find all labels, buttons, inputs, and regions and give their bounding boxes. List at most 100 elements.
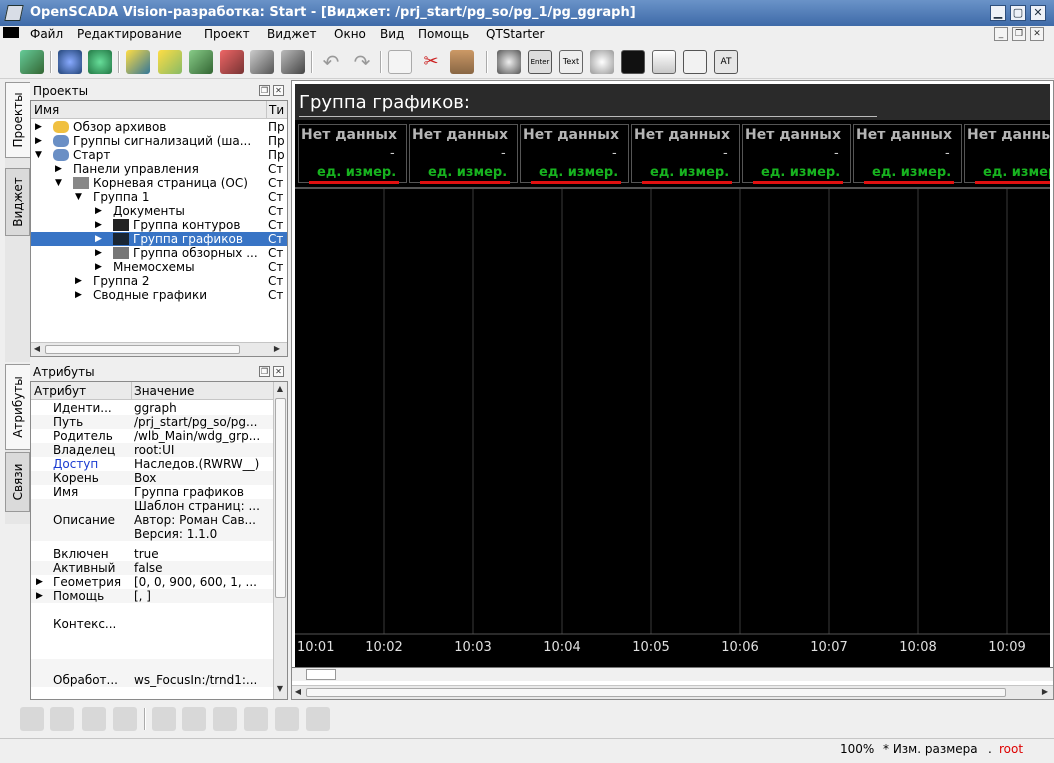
value-cell[interactable]: Нет данных-ед. измер.	[409, 124, 518, 184]
dock-close-button[interactable]: ✕	[273, 366, 284, 377]
paste-icon[interactable]	[450, 50, 474, 74]
redo-icon[interactable]: ↷	[350, 50, 374, 74]
collapsed-arrow-icon[interactable]: ▶	[95, 260, 105, 274]
status-user[interactable]: root	[999, 742, 1023, 756]
tab-links[interactable]: Связи	[5, 452, 30, 512]
mdi-window-icon[interactable]	[3, 27, 19, 38]
collapsed-arrow-icon[interactable]: ▶	[95, 218, 105, 232]
tree-item[interactable]: ▶ Панели управления Ст	[31, 162, 287, 176]
minimize-button[interactable]: ▁	[990, 5, 1006, 21]
column-value[interactable]: Значение	[131, 382, 194, 400]
menu-qtstarter[interactable]: QTStarter	[486, 27, 544, 41]
dock-float-button[interactable]: ❐	[259, 85, 270, 96]
align-bottom-icon[interactable]	[306, 707, 330, 731]
menu-help[interactable]: Помощь	[418, 27, 469, 41]
value-cell[interactable]: Нет данных-ед. измер.	[964, 124, 1050, 184]
form-element-icon[interactable]: Enter	[528, 50, 552, 74]
tree-item[interactable]: ▶ Мнемосхемы Ст	[31, 260, 287, 274]
value-cell[interactable]: Нет данных-ед. измер.	[520, 124, 629, 184]
tree-item[interactable]: ▶ Группы сигнализаций (ша... Пр	[31, 134, 287, 148]
expanded-arrow-icon[interactable]: ▼	[75, 190, 85, 204]
menu-file[interactable]: Файл	[30, 27, 63, 41]
value-cell[interactable]: Нет данных-ед. измер.	[853, 124, 962, 184]
menu-edit[interactable]: Редактирование	[77, 27, 182, 41]
scroll-thumb[interactable]	[306, 669, 336, 680]
attribute-value[interactable]: true	[134, 547, 159, 561]
align-top-icon[interactable]	[244, 707, 268, 731]
collapsed-arrow-icon[interactable]: ▶	[36, 589, 46, 603]
value-icon[interactable]: AT	[714, 50, 738, 74]
column-name[interactable]: Имя	[34, 103, 59, 117]
scroll-right-icon[interactable]: ▶	[271, 344, 283, 353]
tree-item[interactable]: ▶ Сводные графики Ст	[31, 288, 287, 302]
collapsed-arrow-icon[interactable]: ▶	[75, 288, 85, 302]
collapsed-arrow-icon[interactable]: ▶	[95, 232, 105, 246]
protocol-icon[interactable]	[652, 50, 676, 74]
text-icon[interactable]: Text	[559, 50, 583, 74]
scroll-left-icon[interactable]: ◀	[292, 687, 304, 696]
attribute-row[interactable]: Корень Box	[31, 471, 273, 485]
tree-item[interactable]: ▶ Документы Ст	[31, 204, 287, 218]
tree-item[interactable]: ▶ Группа 2 Ст	[31, 274, 287, 288]
scroll-down-icon[interactable]: ▼	[274, 684, 286, 693]
attribute-value[interactable]: /prj_start/pg_so/pg...	[134, 415, 257, 429]
expanded-arrow-icon[interactable]: ▼	[35, 148, 45, 162]
graph-group-widget[interactable]: Группа графиков: Нет данных - ед. измер. Не…	[295, 84, 1050, 667]
attribute-value[interactable]: root:UI	[134, 443, 174, 457]
trend-chart[interactable]: 10:01 10:02 10:03 10:04 10:05 10:06 10:07 10:08…	[295, 187, 1050, 667]
level-down-icon[interactable]	[113, 707, 137, 731]
attribute-row[interactable]: Доступ Наследов.(RWRW__)	[31, 457, 273, 471]
mdi-close-button[interactable]: ✕	[1030, 27, 1044, 41]
value-cell[interactable]: Нет данных-ед. измер.	[631, 124, 740, 184]
value-cell[interactable]: Нет данных-ед. измер.	[742, 124, 851, 184]
collapsed-arrow-icon[interactable]: ▶	[35, 120, 45, 134]
workspace-hscrollbar-outer[interactable]: ◀ ▶	[292, 685, 1053, 699]
document-icon[interactable]	[683, 50, 707, 74]
attribute-row[interactable]: Имя Группа графиков	[31, 485, 273, 499]
menu-window[interactable]: Окно	[334, 27, 366, 41]
close-button[interactable]: ✕	[1030, 5, 1046, 21]
collapsed-arrow-icon[interactable]: ▶	[35, 134, 45, 148]
attribute-value[interactable]: Группа графиков	[134, 485, 244, 499]
attribute-value[interactable]: false	[134, 561, 163, 575]
elem-figure-icon[interactable]	[497, 50, 521, 74]
menu-widget[interactable]: Виджет	[267, 27, 317, 41]
tree-item[interactable]: ▶ Обзор архивов Пр	[31, 120, 287, 134]
tab-widget[interactable]: Виджет	[5, 168, 30, 236]
scroll-thumb[interactable]	[45, 345, 240, 354]
attribute-row[interactable]: Иденти... ggraph	[31, 401, 273, 415]
properties-icon[interactable]	[250, 50, 274, 74]
value-cell[interactable]: Нет данных-ед. измер.	[298, 124, 407, 184]
attributes-vscrollbar[interactable]: ▲ ▼	[273, 382, 287, 699]
db-load-icon[interactable]	[58, 50, 82, 74]
level-raise-icon[interactable]	[20, 707, 44, 731]
mdi-restore-button[interactable]: ❐	[1012, 27, 1026, 41]
scroll-thumb[interactable]	[275, 398, 286, 598]
tree-item[interactable]: ▶ Группа обзорных ... Ст	[31, 246, 287, 260]
db-save-icon[interactable]	[88, 50, 112, 74]
align-left-icon[interactable]	[152, 707, 176, 731]
attribute-row[interactable]: Контекс...	[31, 603, 273, 645]
align-hcenter-icon[interactable]	[275, 707, 299, 731]
tree-hscrollbar[interactable]: ◀ ▶	[31, 342, 287, 356]
attribute-row[interactable]: Включен true	[31, 547, 273, 561]
attribute-value[interactable]: /wlb_Main/wdg_grp...	[134, 429, 260, 443]
attribute-value[interactable]: [, ]	[134, 589, 151, 603]
column-attribute[interactable]: Атрибут	[34, 384, 86, 398]
dock-float-button[interactable]: ❐	[259, 366, 270, 377]
edit-icon[interactable]	[281, 50, 305, 74]
attribute-value[interactable]: ggraph	[134, 401, 177, 415]
level-up-icon[interactable]	[82, 707, 106, 731]
workspace-hscrollbar[interactable]	[292, 667, 1053, 681]
attribute-value[interactable]: [0, 0, 900, 600, 1, ...	[134, 575, 257, 589]
new-project-icon[interactable]	[126, 50, 150, 74]
attribute-row[interactable]: Активный false	[31, 561, 273, 575]
delete-item-icon[interactable]	[220, 50, 244, 74]
menu-project[interactable]: Проект	[204, 27, 250, 41]
mdi-minimize-button[interactable]: _	[994, 27, 1008, 41]
attribute-row[interactable]: Родитель/wlb_Main/wdg_grp...	[31, 429, 273, 443]
undo-icon[interactable]: ↶	[319, 50, 343, 74]
collapsed-arrow-icon[interactable]: ▶	[55, 162, 65, 176]
new-library-icon[interactable]	[158, 50, 182, 74]
attribute-row[interactable]: Обработ... ws_FocusIn:/trnd1:...	[31, 659, 273, 687]
